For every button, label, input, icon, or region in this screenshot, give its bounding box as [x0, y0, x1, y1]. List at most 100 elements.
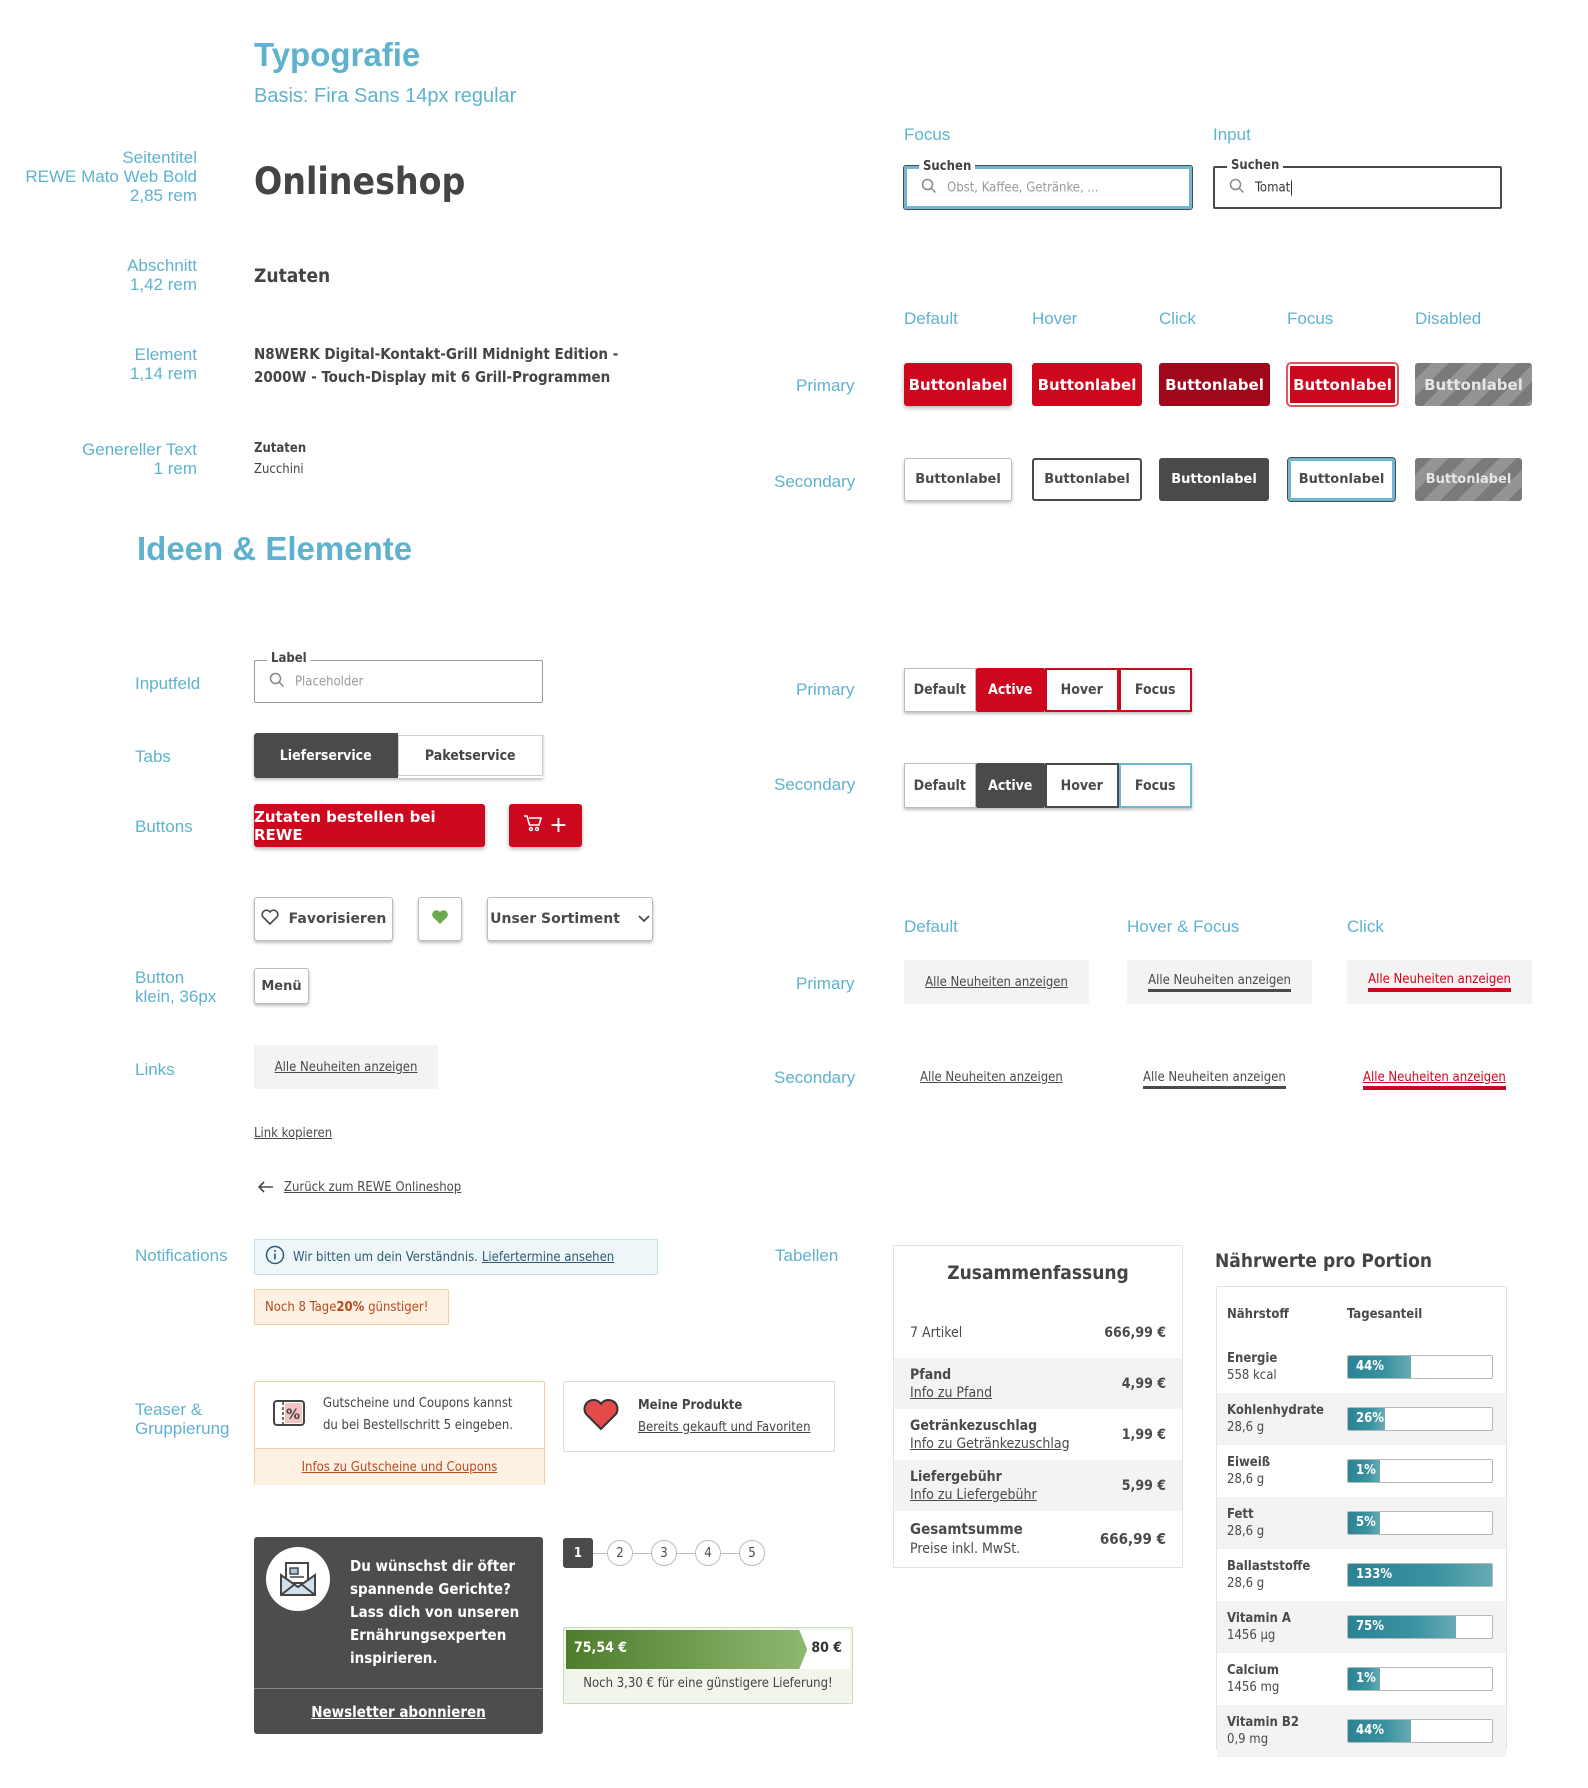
summary-row: Liefergebühr Info zu Liefergebühr 5,99 €: [894, 1460, 1182, 1511]
daily-value-bar: 5%: [1347, 1511, 1493, 1535]
btn-header-focus: Focus: [1287, 309, 1334, 328]
primary-tab-default[interactable]: Default: [904, 668, 976, 712]
step-3[interactable]: 3: [651, 1540, 677, 1566]
menu-button[interactable]: Menü: [254, 968, 309, 1004]
summary-title: Zusammenfassung: [947, 1262, 1129, 1284]
step-2[interactable]: 2: [607, 1540, 633, 1566]
info-notification: Wir bitten um dein Verständnis. Lieferte…: [254, 1239, 658, 1275]
heart-icon: [582, 1398, 620, 1436]
daily-value-bar: 26%: [1347, 1407, 1493, 1431]
primary-link-hover[interactable]: Alle Neuheiten anzeigen: [1127, 960, 1312, 1004]
newsletter-subscribe-link[interactable]: Newsletter abonnieren: [311, 1703, 486, 1721]
daily-value-percent: 44%: [1356, 1359, 1384, 1374]
daily-value-percent: 133%: [1356, 1567, 1393, 1582]
delivery-dates-link[interactable]: Liefertermine ansehen: [482, 1250, 614, 1265]
primary-tab-focus[interactable]: Focus: [1118, 668, 1192, 712]
btn-header-hover: Hover: [1032, 309, 1078, 328]
secondary-button-default[interactable]: Buttonlabel: [904, 458, 1012, 501]
tab-lieferservice[interactable]: Lieferservice: [254, 733, 398, 778]
delivery-progress: 75,54 € 80 € Noch 3,30 € für eine günsti…: [563, 1627, 853, 1704]
daily-value-percent: 5%: [1356, 1515, 1376, 1530]
nutrition-table: Nährstoff Tagesanteil Energie 558 kcal 44%…: [1216, 1286, 1507, 1757]
summary-row: Pfand Info zu Pfand 4,99 €: [894, 1358, 1182, 1409]
link-row-primary-label: Primary: [796, 974, 855, 993]
daily-value-percent: 1%: [1356, 1671, 1376, 1686]
section-label-teaser: Teaser & Gruppierung: [135, 1400, 230, 1438]
service-tabs: Lieferservice Paketservice: [254, 733, 543, 778]
primary-tab-hover[interactable]: Hover: [1045, 668, 1119, 712]
ideas-title: Ideen & Elemente: [137, 530, 413, 567]
primary-tab-active[interactable]: Active: [975, 668, 1045, 712]
secondary-link-click[interactable]: Alle Neuheiten anzeigen: [1363, 1066, 1506, 1090]
secondary-tab-default[interactable]: Default: [904, 763, 976, 808]
info-link[interactable]: Info zu Pfand: [910, 1384, 992, 1402]
nutrition-row: Vitamin A 1456 µg 75%: [1217, 1601, 1506, 1653]
sample-page-title: Onlineshop: [254, 160, 466, 203]
info-link[interactable]: Info zu Getränkezuschlag: [910, 1435, 1070, 1453]
nutrient-name: Fett 28,6 g: [1227, 1507, 1265, 1539]
secondary-tab-active[interactable]: Active: [975, 763, 1045, 808]
nutrition-header-daily: Tagesanteil: [1347, 1306, 1423, 1322]
search-input-filled[interactable]: Suchen Tomat: [1213, 158, 1502, 209]
favorite-icon-button[interactable]: [418, 897, 462, 941]
my-products-teaser[interactable]: Meine Produkte Bereits gekauft und Favor…: [563, 1381, 835, 1452]
label-element: Element 1,14 rem: [129, 345, 197, 383]
nutrition-row: Eiweiß 28,6 g 1%: [1217, 1445, 1506, 1497]
step-4[interactable]: 4: [695, 1540, 721, 1566]
info-link[interactable]: Info zu Liefergebühr: [910, 1486, 1037, 1504]
search-focus-state-label: Focus: [904, 125, 951, 144]
info-icon: [265, 1245, 285, 1269]
favorite-button[interactable]: Favorisieren: [254, 897, 393, 941]
copy-link[interactable]: Link kopieren: [254, 1126, 332, 1141]
link-box[interactable]: Alle Neuheiten anzeigen: [254, 1045, 438, 1089]
daily-value-percent: 44%: [1356, 1723, 1384, 1738]
sample-section: Zutaten: [254, 265, 331, 287]
primary-button-focus[interactable]: Buttonlabel: [1286, 362, 1399, 407]
section-label-tabs: Tabs: [135, 747, 171, 766]
primary-link-click[interactable]: Alle Neuheiten anzeigen: [1347, 960, 1532, 1004]
step-5[interactable]: 5: [739, 1540, 765, 1566]
svg-text:%: %: [286, 1407, 300, 1423]
order-ingredients-button[interactable]: Zutaten bestellen bei REWE: [254, 804, 485, 847]
text-input[interactable]: Label Placeholder: [254, 651, 543, 703]
label-general-text: Genereller Text 1 rem: [82, 440, 197, 478]
primary-link-default[interactable]: Alle Neuheiten anzeigen: [904, 960, 1089, 1004]
secondary-button-click[interactable]: Buttonlabel: [1159, 458, 1269, 501]
primary-button-click[interactable]: Buttonlabel: [1159, 363, 1270, 406]
btn-row-primary-label: Primary: [796, 376, 855, 395]
add-to-cart-button[interactable]: +: [509, 804, 582, 847]
typography-subtitle: Basis: Fira Sans 14px regular: [254, 85, 517, 107]
primary-button-hover[interactable]: Buttonlabel: [1032, 363, 1142, 406]
secondary-button-focus[interactable]: Buttonlabel: [1287, 457, 1396, 502]
typography-title: Typografie: [254, 36, 421, 73]
nutrient-name: Ballaststoffe 28,6 g: [1227, 1559, 1311, 1591]
tab-paketservice[interactable]: Paketservice: [397, 735, 543, 776]
secondary-tab-focus[interactable]: Focus: [1118, 763, 1192, 808]
nutrition-row: Kohlenhydrate 28,6 g 26%: [1217, 1393, 1506, 1445]
delivery-progress-target: 80 €: [811, 1640, 842, 1656]
coupon-teaser: % Gutscheine und Coupons kannst du bei Be…: [254, 1381, 545, 1485]
assortment-dropdown-button[interactable]: Unser Sortiment: [487, 897, 653, 941]
section-label-notifications: Notifications: [135, 1246, 228, 1265]
secondary-tab-states: Default Active Hover Focus: [904, 763, 1192, 808]
search-input-focus[interactable]: Suchen Obst, Kaffee, Getränke, ...: [903, 159, 1193, 210]
step-1[interactable]: 1: [563, 1538, 593, 1568]
section-label-button-small: Button klein, 36px: [135, 968, 217, 1006]
coupon-info-link[interactable]: Infos zu Gutscheine und Coupons: [302, 1460, 498, 1475]
nutrient-name: Vitamin A 1456 µg: [1227, 1611, 1291, 1643]
nutrition-header-nutrient: Nährstoff: [1227, 1306, 1289, 1322]
daily-value-bar: 44%: [1347, 1355, 1493, 1379]
nutrient-name: Vitamin B2 0,9 mg: [1227, 1715, 1299, 1747]
step-indicator: 1 2 3 4 5: [563, 1538, 765, 1570]
bought-favorites-link[interactable]: Bereits gekauft und Favoriten: [638, 1417, 811, 1439]
secondary-link-default[interactable]: Alle Neuheiten anzeigen: [920, 1066, 1063, 1085]
primary-button-default[interactable]: Buttonlabel: [904, 363, 1012, 406]
back-link[interactable]: Zurück zum REWE Onlineshop: [257, 1178, 461, 1197]
secondary-tab-hover[interactable]: Hover: [1045, 763, 1119, 808]
secondary-link-hover[interactable]: Alle Neuheiten anzeigen: [1143, 1066, 1286, 1089]
label-abschnitt: Abschnitt 1,42 rem: [127, 256, 197, 294]
secondary-button-hover[interactable]: Buttonlabel: [1032, 458, 1142, 501]
nutrient-name: Energie 558 kcal: [1227, 1351, 1278, 1383]
nutrient-name: Calcium 1456 mg: [1227, 1663, 1280, 1695]
daily-value-percent: 1%: [1356, 1463, 1376, 1478]
